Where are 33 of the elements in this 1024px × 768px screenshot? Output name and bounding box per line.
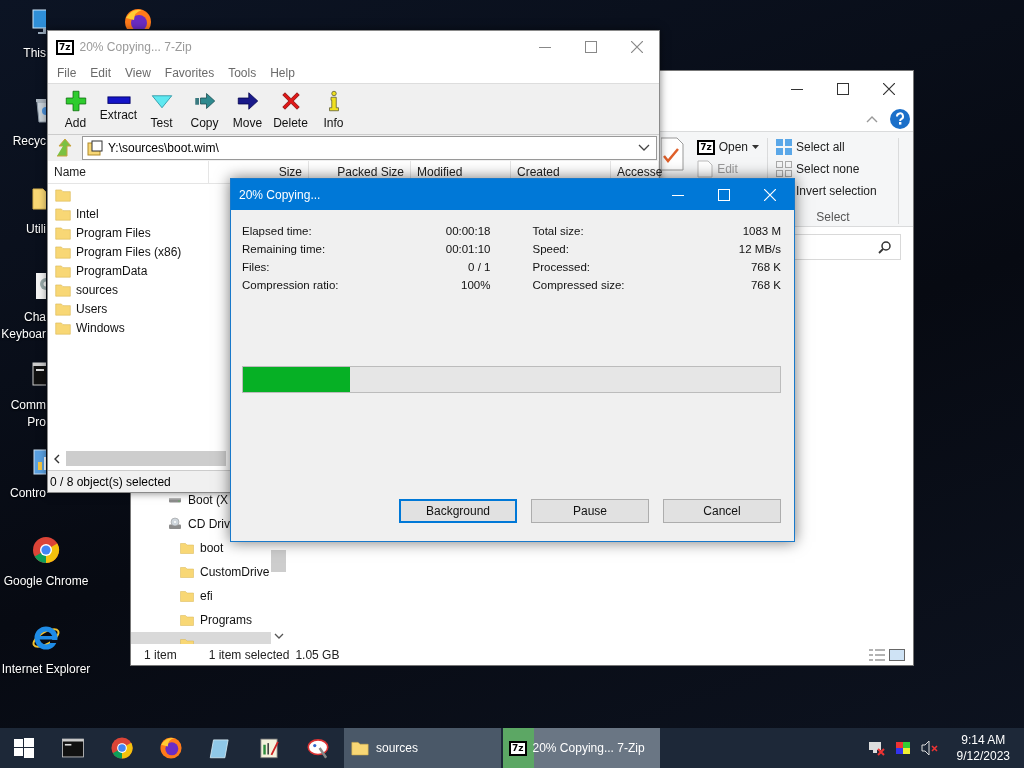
stat-value: 00:00:18 — [445, 225, 491, 237]
icon-label: Contro — [8, 485, 46, 501]
stat-value: 768 K — [749, 279, 781, 291]
selection-info: 1 item selected — [208, 647, 290, 662]
stat-label: Compression ratio: — [242, 279, 340, 291]
stat-label: Files: — [242, 261, 271, 273]
stat-label: Remaining time: — [242, 243, 327, 255]
icon-label: This — [22, 45, 46, 61]
icon-label: Recyc — [11, 133, 46, 149]
icon-label: Keyboar — [0, 326, 46, 342]
stat-value: 12 MB/s — [738, 243, 781, 255]
icon-label: Google Chrome — [3, 573, 89, 589]
ribbon-group-label: Select — [815, 210, 851, 224]
icon-label: Internet Explorer — [1, 661, 91, 677]
icon-label: Pro — [26, 414, 46, 430]
stat-label: Elapsed time: — [242, 225, 313, 237]
dialog-title: 20% Copying... — [239, 187, 321, 202]
icon-label: Comm — [9, 397, 46, 413]
selection-size: 1.05 GB — [295, 647, 340, 662]
stat-value: 0 / 1 — [467, 261, 491, 273]
app-logo: 7z — [56, 39, 74, 55]
stat-label: Speed: — [532, 243, 570, 255]
icon-label: Utili — [25, 221, 46, 237]
stat-value: 768 K — [749, 261, 781, 273]
stat-label: Total size: — [532, 225, 585, 237]
stat-label: Processed: — [532, 261, 592, 273]
stat-value: 100% — [460, 279, 491, 291]
stat-label: Compressed size: — [532, 279, 626, 291]
window-title: 20% Copying... 7-Zip — [79, 40, 192, 54]
item-count: 1 item — [144, 647, 177, 662]
icon-label: Cha — [23, 309, 46, 325]
stat-value: 00:01:10 — [445, 243, 491, 255]
stat-value: 1083 M — [741, 225, 781, 237]
